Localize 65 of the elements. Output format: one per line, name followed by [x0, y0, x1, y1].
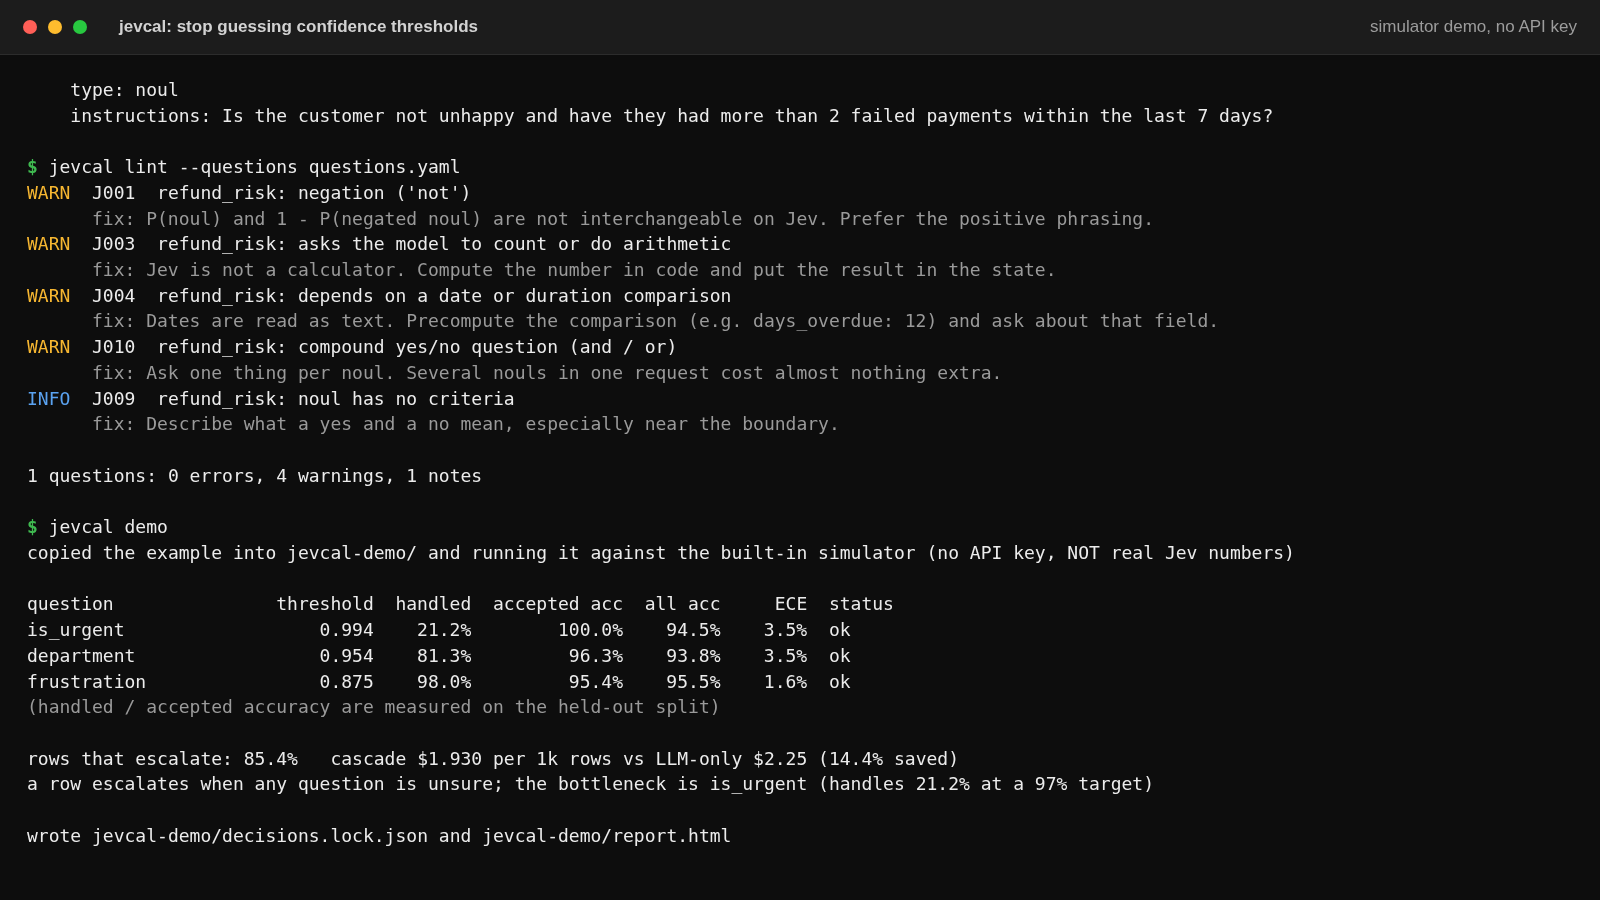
- column-header: threshold: [276, 592, 374, 617]
- fix-hint: fix: Jev is not a calculator. Compute the number in code and put the result in the state.: [92, 258, 1057, 283]
- table-cell-text: is_urgent: [27, 618, 125, 643]
- yaml-line: type: noul: [70, 78, 179, 102]
- table-cell-text: 3.5%: [763, 618, 808, 643]
- table-cell-text: frustration: [27, 669, 147, 694]
- rule-code: J001: [92, 180, 136, 205]
- output-line: rows that escalate: 85.4% cascade $1.930 per 1k rows vs LLM-only $2.25 (14.4% saved): [27, 746, 959, 771]
- table-cell-text: ok: [828, 618, 851, 643]
- table-cell-text: 0.875: [319, 669, 374, 694]
- table-cell-text: 0.954: [319, 643, 374, 668]
- table-cell-text: ok: [828, 669, 851, 694]
- finding-message: refund_risk: asks the model to count or do arithmetic: [157, 232, 732, 257]
- table-cell-text: 81.3%: [417, 643, 472, 668]
- prompt-symbol: $: [27, 515, 38, 540]
- table-note: (handled / accepted accuracy are measured on the held-out split): [27, 695, 721, 720]
- rule-code: J009: [92, 386, 136, 411]
- window-subtitle: simulator demo, no API key: [1370, 17, 1577, 37]
- table-cell-text: 0.994: [319, 618, 374, 643]
- table-cell-text: 1.6%: [763, 669, 808, 694]
- table-cell-text: 100.0%: [557, 618, 623, 643]
- finding-message: refund_risk: noul has no criteria: [157, 386, 515, 411]
- finding-message: refund_risk: negation ('not'): [157, 180, 472, 205]
- table-cell-text: 94.5%: [666, 618, 721, 643]
- lint-summary: 1 questions: 0 errors, 4 warnings, 1 notes: [27, 463, 483, 488]
- fix-hint: fix: P(noul) and 1 - P(negated noul) are not interchangeable on Jev. Prefer the positive phrasing.: [92, 206, 1155, 231]
- close-button[interactable]: [23, 20, 37, 34]
- column-header: status: [828, 592, 894, 617]
- output-line: copied the example into jevcal-demo/ and running it against the built-in simulator (no API key, NOT real Jev numbers): [27, 540, 1295, 565]
- severity-label: WARN: [27, 335, 71, 360]
- severity-label: WARN: [27, 180, 71, 205]
- table-cell-text: 93.8%: [666, 643, 721, 668]
- column-header: question: [27, 592, 114, 617]
- prompt-symbol: $: [27, 155, 38, 180]
- table-cell-text: 98.0%: [417, 669, 472, 694]
- table-cell-text: 95.4%: [568, 669, 623, 694]
- column-header: all acc: [644, 592, 721, 617]
- severity-label: WARN: [27, 283, 71, 308]
- fix-hint: fix: Ask one thing per noul. Several nouls in one request cost almost nothing extra.: [92, 360, 1003, 385]
- command-text: jevcal demo: [48, 515, 168, 540]
- table-cell-text: 96.3%: [568, 643, 623, 668]
- output-line: a row escalates when any question is unsure; the bottleneck is is_urgent (handles 21.2% at a 97% target): [27, 772, 1155, 797]
- table-cell-text: ok: [828, 643, 851, 668]
- output-line: wrote jevcal-demo/decisions.lock.json and jevcal-demo/report.html: [27, 823, 732, 848]
- severity-label: WARN: [27, 232, 71, 257]
- column-header: accepted acc: [492, 592, 623, 617]
- table-cell-text: 95.5%: [666, 669, 721, 694]
- minimize-button[interactable]: [48, 20, 62, 34]
- table-cell-text: 21.2%: [417, 618, 472, 643]
- column-header: ECE: [774, 592, 808, 617]
- table-cell-text: department: [27, 643, 136, 668]
- table-cell-text: 3.5%: [763, 643, 808, 668]
- fix-hint: fix: Dates are read as text. Precompute the comparison (e.g. days_overdue: 12) and ask about that field.: [92, 309, 1220, 334]
- zoom-button[interactable]: [73, 20, 87, 34]
- finding-message: refund_risk: depends on a date or duration comparison: [157, 283, 732, 308]
- yaml-line: instructions: Is the customer not unhappy and have they had more than 2 failed payments within the last 7 days?: [70, 103, 1274, 128]
- fix-hint: fix: Describe what a yes and a no mean, especially near the boundary.: [92, 412, 840, 437]
- window-title: jevcal: stop guessing confidence thresholds: [119, 17, 478, 37]
- rule-code: J004: [92, 283, 136, 308]
- column-header: handled: [395, 592, 472, 617]
- severity-label: INFO: [27, 386, 71, 411]
- rule-code: J003: [92, 232, 136, 257]
- command-text: jevcal lint --questions questions.yaml: [48, 155, 461, 180]
- rule-code: J010: [92, 335, 136, 360]
- finding-message: refund_risk: compound yes/no question (and / or): [157, 335, 678, 360]
